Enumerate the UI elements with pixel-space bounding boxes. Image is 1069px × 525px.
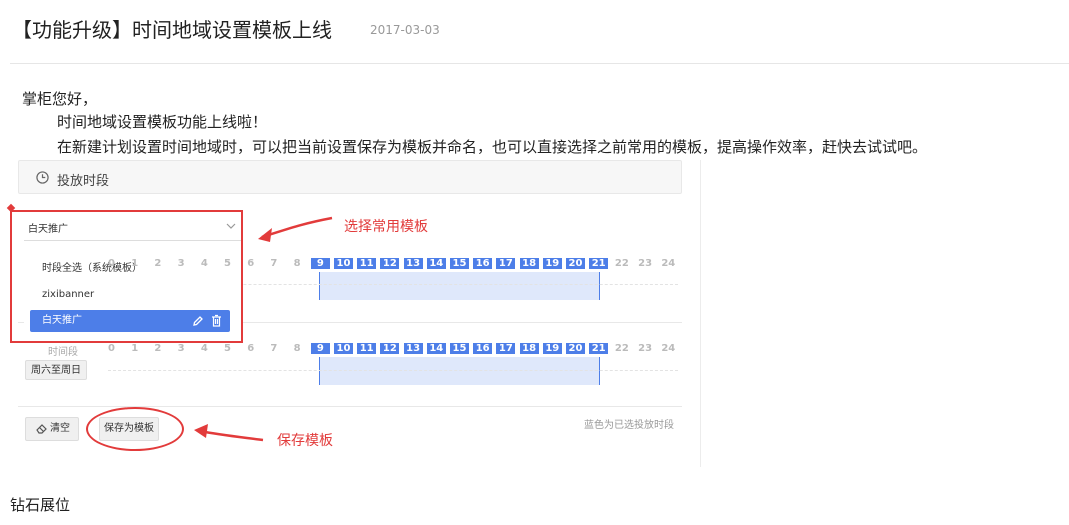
hour-label-19[interactable]: 19 xyxy=(542,258,562,269)
hour-label-4[interactable]: 4 xyxy=(195,258,214,269)
hour-label-6[interactable]: 6 xyxy=(241,343,260,354)
hour-label-18[interactable]: 18 xyxy=(519,258,539,269)
hour-label-13[interactable]: 13 xyxy=(403,343,423,354)
hour-label-8[interactable]: 8 xyxy=(288,343,307,354)
hour-label-9[interactable]: 9 xyxy=(310,343,330,354)
time-period-label: 时间段 xyxy=(48,347,78,358)
hour-label-22[interactable]: 22 xyxy=(612,258,631,269)
hour-label-20[interactable]: 20 xyxy=(566,258,585,269)
hour-label-24[interactable]: 24 xyxy=(659,343,678,354)
hour-label-8[interactable]: 8 xyxy=(288,258,307,269)
hour-label-0[interactable]: 0 xyxy=(102,343,121,354)
hour-label-13[interactable]: 13 xyxy=(403,258,423,269)
hour-label-24[interactable]: 24 xyxy=(659,258,678,269)
announcement-line-1: 时间地域设置模板功能上线啦！ xyxy=(57,113,268,131)
title-divider xyxy=(10,63,1069,64)
hour-label-15[interactable]: 15 xyxy=(450,258,469,269)
hour-label-18[interactable]: 18 xyxy=(519,343,539,354)
hour-label-12[interactable]: 12 xyxy=(380,258,400,269)
hour-label-5[interactable]: 5 xyxy=(218,343,237,354)
hour-label-11[interactable]: 11 xyxy=(357,343,377,354)
hour-label-4[interactable]: 4 xyxy=(195,343,214,354)
annotation-save-template: 保存模板 xyxy=(277,433,333,449)
hour-label-23[interactable]: 23 xyxy=(636,343,655,354)
hour-label-17[interactable]: 17 xyxy=(496,343,516,354)
hour-label-14[interactable]: 14 xyxy=(426,343,446,354)
row-divider xyxy=(18,406,682,407)
hour-label-19[interactable]: 19 xyxy=(542,343,562,354)
hour-label-3[interactable]: 3 xyxy=(172,343,191,354)
hour-label-16[interactable]: 16 xyxy=(473,258,493,269)
hour-label-7[interactable]: 7 xyxy=(264,258,283,269)
weekend-button[interactable]: 周六至周日 xyxy=(25,360,87,380)
hour-label-23[interactable]: 23 xyxy=(636,258,655,269)
clear-button-label: 清空 xyxy=(50,423,70,434)
hour-label-17[interactable]: 17 xyxy=(496,258,516,269)
hour-label-10[interactable]: 10 xyxy=(334,258,353,269)
panel-header: 投放时段 xyxy=(18,160,682,194)
selection-legend: 蓝色为已选投放时段 xyxy=(584,420,674,431)
hour-label-1[interactable]: 1 xyxy=(125,258,144,269)
hour-label-12[interactable]: 12 xyxy=(380,343,400,354)
hour-label-16[interactable]: 16 xyxy=(473,343,493,354)
hour-label-0[interactable]: 0 xyxy=(102,258,121,269)
tick-line xyxy=(108,370,678,372)
hour-label-21[interactable]: 21 xyxy=(589,343,609,354)
eraser-icon xyxy=(36,424,47,434)
hour-label-21[interactable]: 21 xyxy=(589,258,609,269)
hour-label-1[interactable]: 1 xyxy=(125,343,144,354)
select-highlight-box xyxy=(10,210,243,343)
hour-label-20[interactable]: 20 xyxy=(566,343,585,354)
hour-label-11[interactable]: 11 xyxy=(357,258,377,269)
selected-range-weekday[interactable] xyxy=(318,272,601,300)
hour-label-7[interactable]: 7 xyxy=(264,343,283,354)
announcement-line-2: 在新建计划设置时间地域时，可以把当前设置保存为模板并命名，也可以直接选择之前常用… xyxy=(57,138,928,156)
save-highlight-circle xyxy=(86,407,184,451)
hour-label-5[interactable]: 5 xyxy=(218,258,237,269)
hour-label-15[interactable]: 15 xyxy=(450,343,469,354)
clock-icon xyxy=(36,171,49,184)
hour-label-6[interactable]: 6 xyxy=(241,258,260,269)
article-title: 【功能升级】时间地域设置模板上线 xyxy=(12,18,332,42)
section-heading: 钻石展位 xyxy=(10,496,71,514)
article-date: 2017-03-03 xyxy=(370,23,440,37)
clear-button[interactable]: 清空 xyxy=(25,417,79,441)
hour-label-3[interactable]: 3 xyxy=(172,258,191,269)
hour-label-2[interactable]: 2 xyxy=(148,343,167,354)
time-setting-screenshot: 投放时段 时间段 周六至周日 清空 保存为模板 蓝色为已选投放时段 白天推广 时… xyxy=(6,160,701,467)
hour-label-14[interactable]: 14 xyxy=(426,258,446,269)
hour-label-22[interactable]: 22 xyxy=(612,343,631,354)
hour-label-10[interactable]: 10 xyxy=(334,343,353,354)
panel-title: 投放时段 xyxy=(57,174,110,189)
hour-label-2[interactable]: 2 xyxy=(148,258,167,269)
hour-label-9[interactable]: 9 xyxy=(310,258,330,269)
greeting-text: 掌柜您好， xyxy=(22,90,98,108)
annotation-select-template: 选择常用模板 xyxy=(344,219,428,235)
